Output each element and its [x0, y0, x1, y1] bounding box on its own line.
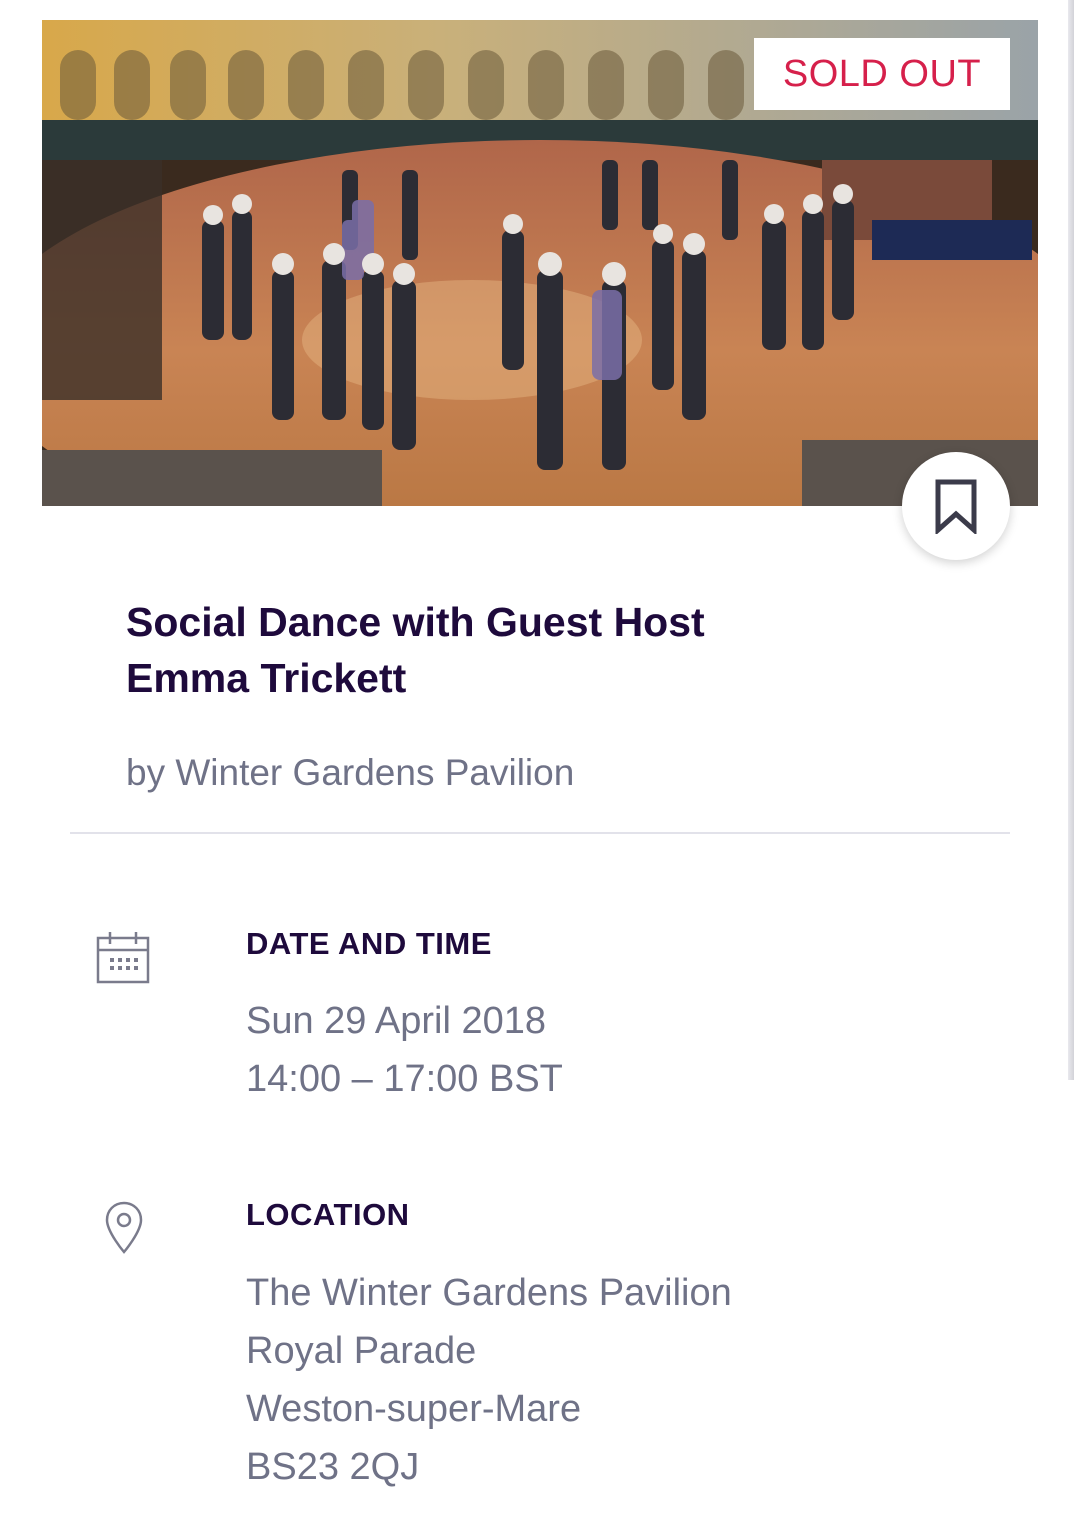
location-heading: LOCATION	[246, 1197, 410, 1232]
address-line-postcode: BS23 2QJ	[246, 1446, 420, 1488]
map-pin-icon	[104, 1200, 144, 1261]
address-line-venue: The Winter Gardens Pavilion	[246, 1272, 732, 1314]
calendar-icon	[96, 930, 152, 991]
scroll-edge	[1068, 0, 1074, 1080]
event-date: Sun 29 April 2018	[246, 1000, 547, 1042]
organizer-link[interactable]: by Winter Gardens Pavilion	[126, 752, 574, 794]
event-time: 14:00 – 17:00 BST	[246, 1058, 563, 1100]
sold-out-badge: SOLD OUT	[754, 38, 1010, 110]
divider	[70, 832, 1010, 834]
location-address[interactable]: The Winter Gardens Pavilion Royal Parade…	[246, 1264, 732, 1496]
save-bookmark-button[interactable]	[902, 452, 1010, 560]
date-time-value: Sun 29 April 2018 14:00 – 17:00 BST	[246, 992, 563, 1108]
bookmark-icon	[935, 479, 977, 534]
address-line-street: Royal Parade	[246, 1330, 477, 1372]
event-title-line-2: Emma Trickett	[126, 655, 407, 701]
date-time-heading: DATE AND TIME	[246, 926, 492, 961]
event-title-line-1: Social Dance with Guest Host	[126, 599, 705, 645]
address-line-town: Weston-super-Mare	[246, 1388, 582, 1430]
event-title: Social Dance with Guest Host Emma Tricke…	[126, 594, 826, 706]
